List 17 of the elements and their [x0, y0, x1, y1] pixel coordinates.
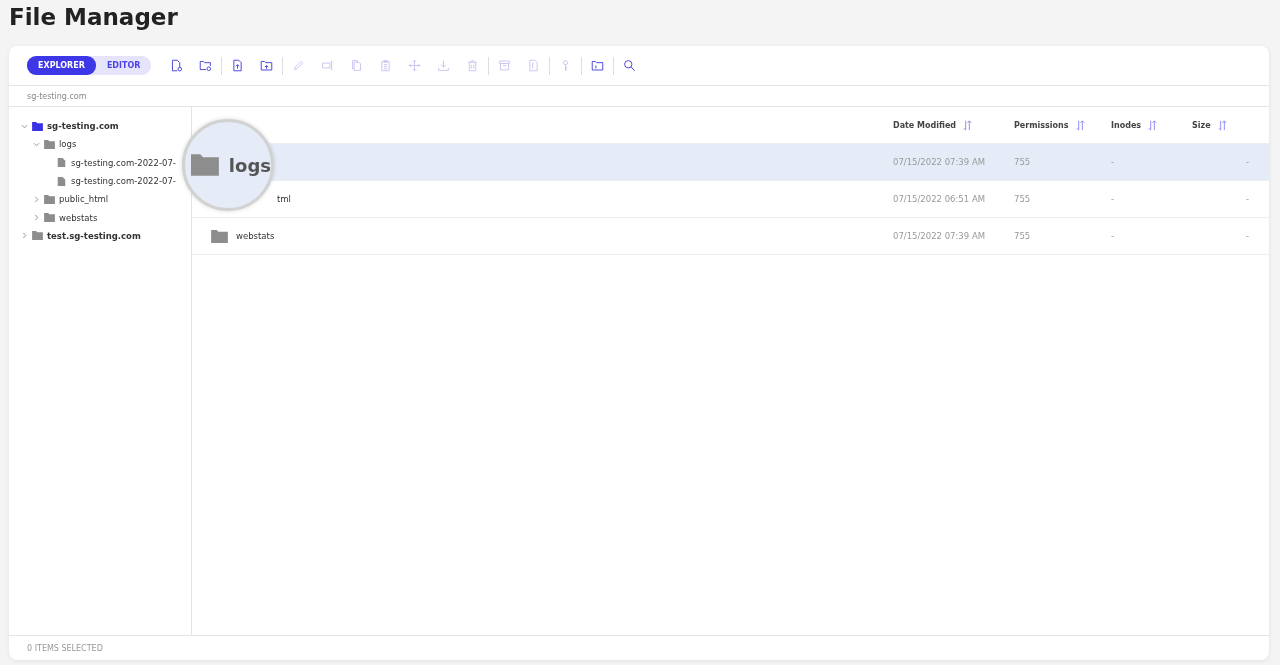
date-cell-text: 07/15/2022 06:51 AM [893, 194, 987, 204]
size-cell-text: - [1244, 194, 1250, 204]
inodes-cell-text: - [1111, 157, 1116, 167]
file-name: logs [228, 154, 271, 176]
selection-status: 0 ITEMS SELECTED [27, 643, 103, 653]
page-title: File Manager [9, 4, 178, 32]
inodes-cell-text: - [1111, 231, 1116, 241]
inodes-cell-text: - [1111, 194, 1116, 204]
date-cell-text: 07/15/2022 07:39 AM [893, 231, 987, 241]
size-cell-text: - [1244, 231, 1250, 241]
file-name: webstats [236, 231, 275, 241]
permissions-cell-text: 755 [1014, 194, 1032, 204]
permissions-cell-text: 755 [1014, 157, 1032, 167]
file-name: tml [277, 194, 291, 204]
size-cell-text: - [1244, 157, 1250, 167]
date-cell-text: 07/15/2022 07:39 AM [893, 157, 987, 167]
permissions-cell-text: 755 [1014, 231, 1032, 241]
